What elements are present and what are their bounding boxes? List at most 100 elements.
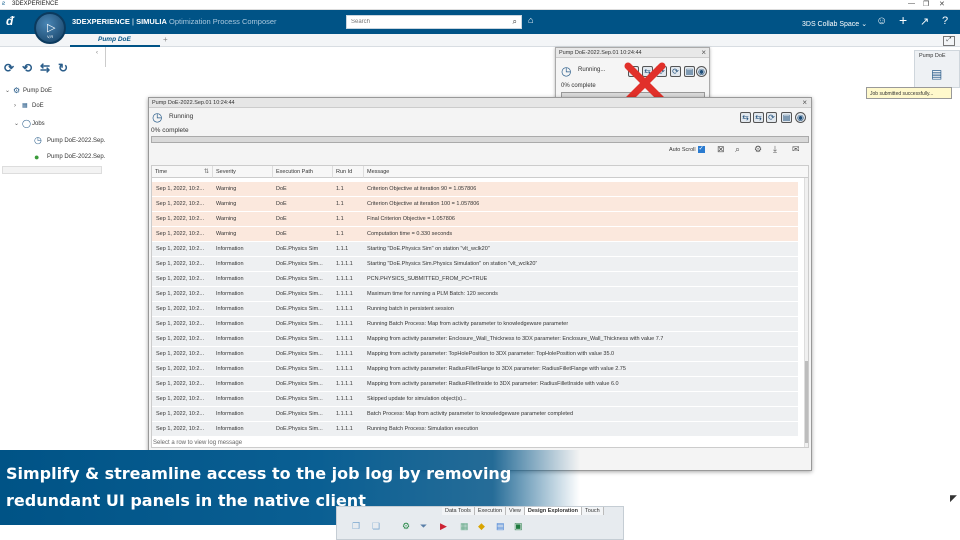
funnel-icon[interactable]: ⏷ (420, 521, 430, 531)
tag-icon[interactable]: ⌂ (528, 15, 533, 25)
scrollbar-thumb[interactable] (805, 361, 808, 443)
table-row[interactable]: Sep 1, 2022, 10:2... Information DoE.Physi… (152, 392, 798, 407)
log-dialog-close-button[interactable]: × (802, 98, 807, 107)
job-action-icon[interactable]: ⟳ (766, 112, 777, 123)
diamond-icon[interactable]: ◆ (478, 521, 488, 531)
sync-icon[interactable]: ⟲ (22, 61, 36, 75)
close-window-button[interactable]: ✕ (939, 0, 945, 8)
table-row[interactable]: Sep 1, 2022, 10:2... Information DoE.Physi… (152, 317, 798, 332)
tree-item-job[interactable]: ● Pump DoE-2022.Sep. (34, 152, 105, 162)
column-header-message[interactable]: Message (364, 166, 808, 178)
add-tab-icon[interactable]: + (163, 35, 168, 44)
ribbon-tab-design-exploration[interactable]: Design Exploration (524, 507, 582, 515)
table-row[interactable]: Sep 1, 2022, 10:2... Information DoE.Physi… (152, 422, 798, 437)
cell-severity: Information (216, 396, 244, 402)
ribbon-tab-execution[interactable]: Execution (474, 507, 507, 515)
collapse-panel-icon[interactable]: ‹ (96, 50, 98, 56)
tree-item-job[interactable]: ◷ Pump DoE-2022.Sep. (34, 135, 105, 146)
tree-item-doe[interactable]: › ▦ DoE (14, 102, 44, 110)
table-row[interactable]: Sep 1, 2022, 10:2... Information DoE.Physi… (152, 362, 798, 377)
column-header-severity[interactable]: Severity (213, 166, 273, 178)
stop-icon[interactable]: ◉ (696, 66, 707, 77)
clear-log-icon[interactable]: ⊠ (717, 144, 725, 155)
running-clock-icon: ◷ (34, 135, 42, 145)
window-title-bar: ƨ 3DEXPERIENCE — ❐ ✕ (0, 0, 960, 10)
cell-severity: Information (216, 246, 244, 252)
ribbon-tab-view[interactable]: View (506, 507, 525, 515)
download-icon[interactable]: ⤓ (773, 144, 777, 155)
cell-severity: Information (216, 261, 244, 267)
collab-space-selector[interactable]: 3DS Collab Space ⌄ (802, 20, 867, 29)
sort-icon[interactable]: ⇅ (204, 168, 209, 175)
tab-pump-doe[interactable]: Pump DoE (70, 34, 160, 47)
completed-check-icon: ● (34, 152, 40, 162)
tree-horizontal-scrollbar[interactable] (2, 166, 102, 174)
auto-scroll-label: Auto Scroll (669, 146, 696, 153)
copy-icon[interactable]: ❐ (352, 521, 362, 531)
user-icon[interactable]: ☺ (876, 15, 887, 27)
job-action-icon[interactable]: ⇆ (740, 112, 751, 123)
excel-icon[interactable]: ▣ (514, 521, 524, 531)
mini-panel[interactable]: Pump DoE ▤ (914, 50, 960, 88)
table-row[interactable]: Sep 1, 2022, 10:2... Warning DoE 1.1 Final C… (152, 212, 798, 227)
cursor-icon: ◤ (950, 493, 957, 503)
cell-severity: Warning (216, 201, 237, 207)
progress-dialog-close-button[interactable]: × (701, 48, 706, 57)
cell-time: Sep 1, 2022, 10:2... (156, 276, 205, 282)
cell-run: 1.1 (336, 231, 344, 237)
table-row[interactable]: Sep 1, 2022, 10:2... Information DoE.Physi… (152, 332, 798, 347)
table-row[interactable]: Sep 1, 2022, 10:2... Warning DoE 1.1 Computa… (152, 227, 798, 242)
tree-item-root[interactable]: ⌄ ⚙ Pump DoE (5, 86, 52, 95)
search-log-icon[interactable]: ⌕ (735, 144, 740, 155)
maximize-button[interactable]: ❐ (923, 0, 929, 8)
mini-panel-label: Pump DoE (919, 53, 946, 59)
grid-icon[interactable]: ▦ (460, 521, 470, 531)
help-icon[interactable]: ? (942, 15, 948, 27)
log-view-icon[interactable]: ▤ (684, 66, 695, 77)
cell-severity: Information (216, 351, 244, 357)
column-header-time[interactable]: Time ⇅ (152, 166, 213, 178)
jobs-icon: ◯ (22, 119, 31, 128)
expand-icon[interactable]: ⤢ (943, 36, 955, 46)
ribbon-tab-touch[interactable]: Touch (582, 507, 604, 515)
add-icon[interactable]: + (899, 12, 907, 28)
cell-msg: Running Batch Process: Map from activity… (367, 321, 569, 327)
table-row[interactable]: Sep 1, 2022, 10:2... Information DoE.Physi… (152, 347, 798, 362)
cell-msg: Mapping from activity parameter: Enclosu… (367, 336, 664, 342)
table-row[interactable]: Sep 1, 2022, 10:2... Warning DoE 1.1 Criteri… (152, 182, 798, 197)
column-header-path[interactable]: Execution Path (273, 166, 333, 178)
table-row[interactable]: Sep 1, 2022, 10:2... Warning DoE 1.1 Criteri… (152, 197, 798, 212)
reload-icon[interactable]: ↻ (58, 61, 72, 75)
settings-gear-icon[interactable]: ⚙ (754, 144, 762, 155)
paste-icon[interactable]: ❏ (372, 521, 382, 531)
ribbon-tab-data-tools[interactable]: Data Tools (442, 507, 475, 515)
compass-button[interactable]: ▷ V,R (34, 12, 66, 44)
transfer-icon[interactable]: ⇆ (40, 61, 54, 75)
panel-divider[interactable] (105, 47, 106, 67)
tree-item-jobs[interactable]: ⌄ ◯ Jobs (14, 119, 45, 128)
mail-icon[interactable]: ✉ (792, 144, 800, 155)
job-log-dialog: Pump DoE-2022.Sep.01 10:24:44 × ◷ Runnin… (148, 97, 812, 471)
checkbox-checked-icon[interactable]: ✓ (697, 146, 705, 153)
table-row[interactable]: Sep 1, 2022, 10:2... Information DoE.Physi… (152, 257, 798, 272)
search-input[interactable] (347, 16, 497, 28)
gear-icon[interactable]: ⚙ (402, 521, 412, 531)
job-action-icon[interactable]: ⇆ (753, 112, 764, 123)
log-view-icon[interactable]: ▤ (781, 112, 792, 123)
chart-icon[interactable]: ▤ (496, 521, 506, 531)
table-row[interactable]: Sep 1, 2022, 10:2... Information DoE.Physi… (152, 407, 798, 422)
refresh-icon[interactable]: ⟳ (4, 61, 18, 75)
column-header-run-id[interactable]: Run Id (333, 166, 364, 178)
run-icon[interactable]: ▶ (440, 521, 450, 531)
table-row[interactable]: Sep 1, 2022, 10:2... Information DoE.Physi… (152, 272, 798, 287)
search-icon[interactable]: ⌕ (513, 17, 517, 27)
table-row[interactable]: Sep 1, 2022, 10:2... Information DoE.Physi… (152, 302, 798, 317)
table-row[interactable]: Sep 1, 2022, 10:2... Information DoE.Physi… (152, 242, 798, 257)
table-row[interactable]: Sep 1, 2022, 10:2... Information DoE.Physi… (152, 377, 798, 392)
job-action-icon[interactable]: ⟳ (670, 66, 681, 77)
share-icon[interactable]: ↗ (920, 15, 929, 28)
table-row[interactable]: Sep 1, 2022, 10:2... Information DoE.Physi… (152, 287, 798, 302)
stop-icon[interactable]: ◉ (795, 112, 806, 123)
auto-scroll-toggle[interactable]: Auto Scroll ✓ (669, 146, 705, 153)
minimize-button[interactable]: — (908, 0, 915, 7)
